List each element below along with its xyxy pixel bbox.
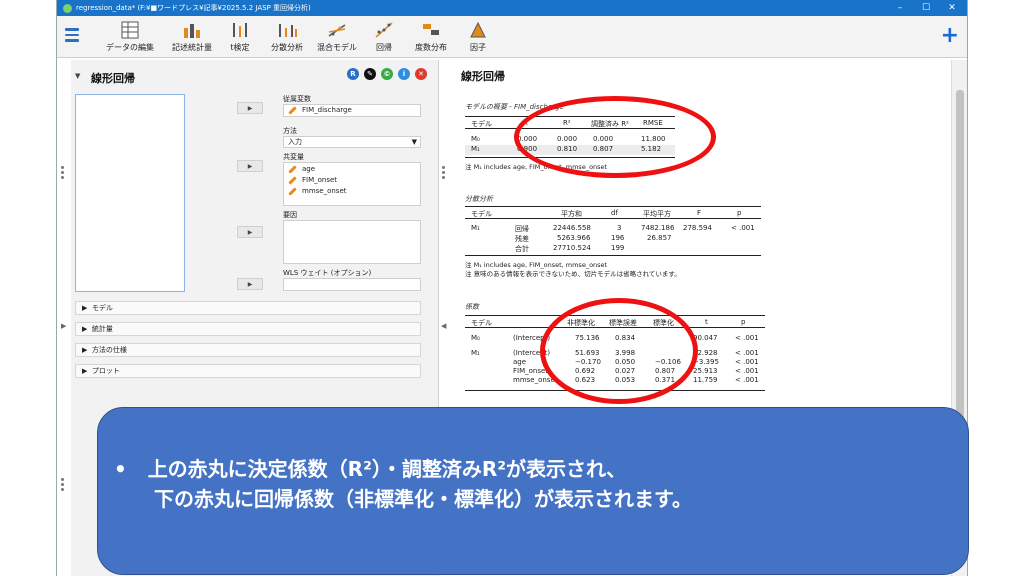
analysis-title: 線形回帰 [91, 72, 135, 85]
covariate-item[interactable]: mmse_onset [284, 186, 420, 197]
dependent-variable-field[interactable]: FIM_discharge [283, 104, 421, 117]
close-button[interactable]: ✕ [939, 0, 965, 16]
covariates-label: 共変量 [283, 153, 304, 161]
toolbar-regression[interactable]: 回帰 [369, 20, 399, 54]
duplicate-analysis-button[interactable]: © [381, 68, 393, 80]
scale-variable-icon [288, 176, 297, 185]
dependent-label: 従属変数 [283, 95, 311, 103]
section-statistics[interactable]: ▶ 統計量 [75, 322, 421, 336]
available-variables-list[interactable] [75, 94, 185, 292]
data-editor-icon [119, 20, 141, 40]
left-lower-grip-handle[interactable] [61, 478, 65, 492]
wls-weights-field[interactable] [283, 278, 421, 291]
minimize-button[interactable]: – [887, 0, 913, 16]
frequencies-icon [420, 20, 442, 40]
assign-factors-button[interactable]: ▶ [237, 226, 263, 238]
factors-list[interactable] [283, 220, 421, 264]
covariate-item[interactable]: FIM_onset [284, 175, 420, 186]
method-label: 方法 [283, 127, 297, 135]
method-select[interactable]: 入力 ▼ [283, 136, 421, 148]
t-test-icon [229, 20, 251, 40]
info-button[interactable]: i [398, 68, 410, 80]
r-syntax-button[interactable]: R [347, 68, 359, 80]
assign-wls-button[interactable]: ▶ [237, 278, 263, 290]
middle-grip-handle[interactable] [442, 166, 446, 180]
menu-icon[interactable] [65, 28, 79, 42]
assign-dependent-button[interactable]: ▶ [237, 102, 263, 114]
toolbar-factor[interactable]: 因子 [463, 20, 493, 54]
collapse-analysis-icon[interactable]: ▼ [75, 72, 80, 80]
dropdown-arrow-icon: ▼ [411, 138, 417, 146]
toolbar-data-editor[interactable]: データの編集 [105, 20, 155, 54]
toolbar-mixed-models[interactable]: 混合モデル [315, 20, 359, 54]
scale-variable-icon [288, 165, 297, 174]
callout-line-1: • 上の赤丸に決定係数（R²）・調整済みR²が表示され、 [114, 457, 627, 481]
edit-title-button[interactable]: ✎ [364, 68, 376, 80]
toolbar-frequencies[interactable]: 度数分布 [411, 20, 451, 54]
callout-banner: • 上の赤丸に決定係数（R²）・調整済みR²が表示され、 下の赤丸に回帰係数（非… [97, 407, 969, 575]
toolbar-t-test[interactable]: t検定 [225, 20, 255, 54]
results-title: 線形回帰 [461, 70, 505, 83]
coefficients-subtitle: 係数 [465, 303, 479, 311]
highlight-circle-coefficients [540, 298, 698, 404]
section-method-spec[interactable]: ▶ 方法の仕様 [75, 343, 421, 357]
remove-analysis-button[interactable]: ✕ [415, 68, 427, 80]
mixed-models-icon [326, 20, 348, 40]
add-module-button[interactable]: + [941, 25, 959, 47]
scale-variable-icon [288, 187, 297, 196]
title-bar: regression_data* (F:¥■ワードプレス¥記事¥2025.5.2… [57, 0, 967, 16]
window-title: regression_data* (F:¥■ワードプレス¥記事¥2025.5.2… [76, 4, 311, 12]
callout-line-2: 下の赤丸に回帰係数（非標準化・標準化）が表示されます。 [154, 487, 692, 511]
assign-covariates-button[interactable]: ▶ [237, 160, 263, 172]
descriptives-icon [181, 20, 203, 40]
left-grip-handle[interactable] [61, 166, 65, 180]
scale-variable-icon [288, 106, 297, 115]
jasp-app-icon [63, 3, 72, 13]
anova-icon [276, 20, 298, 40]
anova-subtitle: 分散分析 [465, 195, 493, 203]
expand-data-arrow-icon[interactable]: ▶ [61, 322, 66, 330]
section-model[interactable]: ▶ モデル [75, 301, 421, 315]
factor-icon [467, 20, 489, 40]
anova-table: モデル 平方和 df 平均平方 F p M₁ 回帰 22446.558 3 74… [465, 206, 761, 256]
toolbar-descriptives[interactable]: 記述統計量 [169, 20, 215, 54]
regression-icon [373, 20, 395, 40]
covariate-item[interactable]: age [284, 164, 420, 175]
section-plots[interactable]: ▶ プロット [75, 364, 421, 378]
wls-label: WLS ウェイト (オプション) [283, 269, 372, 277]
covariates-list[interactable]: age FIM_onset mmse_onset [283, 162, 421, 206]
screen: regression_data* (F:¥■ワードプレス¥記事¥2025.5.2… [0, 0, 1024, 576]
anova-note-2: 注 意味のある情報を表示できないため、切片モデルは省略されています。 [465, 270, 681, 278]
maximize-button[interactable]: ☐ [913, 0, 939, 16]
collapse-options-arrow-icon[interactable]: ◀ [441, 322, 446, 330]
factors-label: 要因 [283, 211, 297, 219]
highlight-circle-r-squared [514, 96, 716, 178]
toolbar-anova[interactable]: 分散分析 [267, 20, 307, 54]
ribbon-toolbar: データの編集 記述統計量 t検定 分散分析 混合モデル 回帰 度数分布 因子 + [57, 16, 967, 58]
